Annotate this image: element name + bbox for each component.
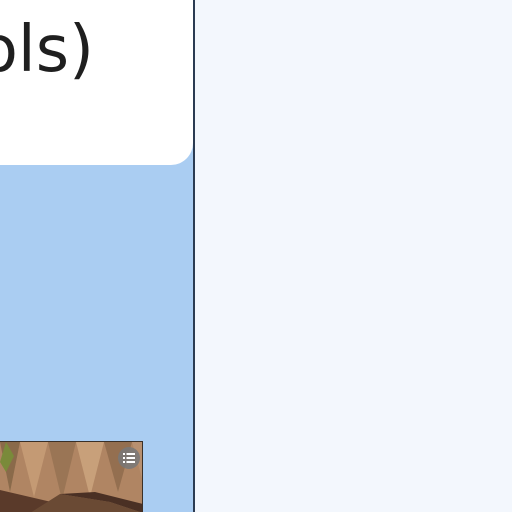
card-title: ols) xyxy=(0,13,94,87)
list-icon-button[interactable] xyxy=(118,447,140,469)
title-card[interactable]: ols) xyxy=(0,0,193,165)
image-thumbnail[interactable] xyxy=(0,441,143,512)
left-panel: ols) xyxy=(0,0,193,512)
screen: ols) xyxy=(0,0,512,512)
list-icon xyxy=(123,453,135,463)
right-panel xyxy=(195,0,512,512)
